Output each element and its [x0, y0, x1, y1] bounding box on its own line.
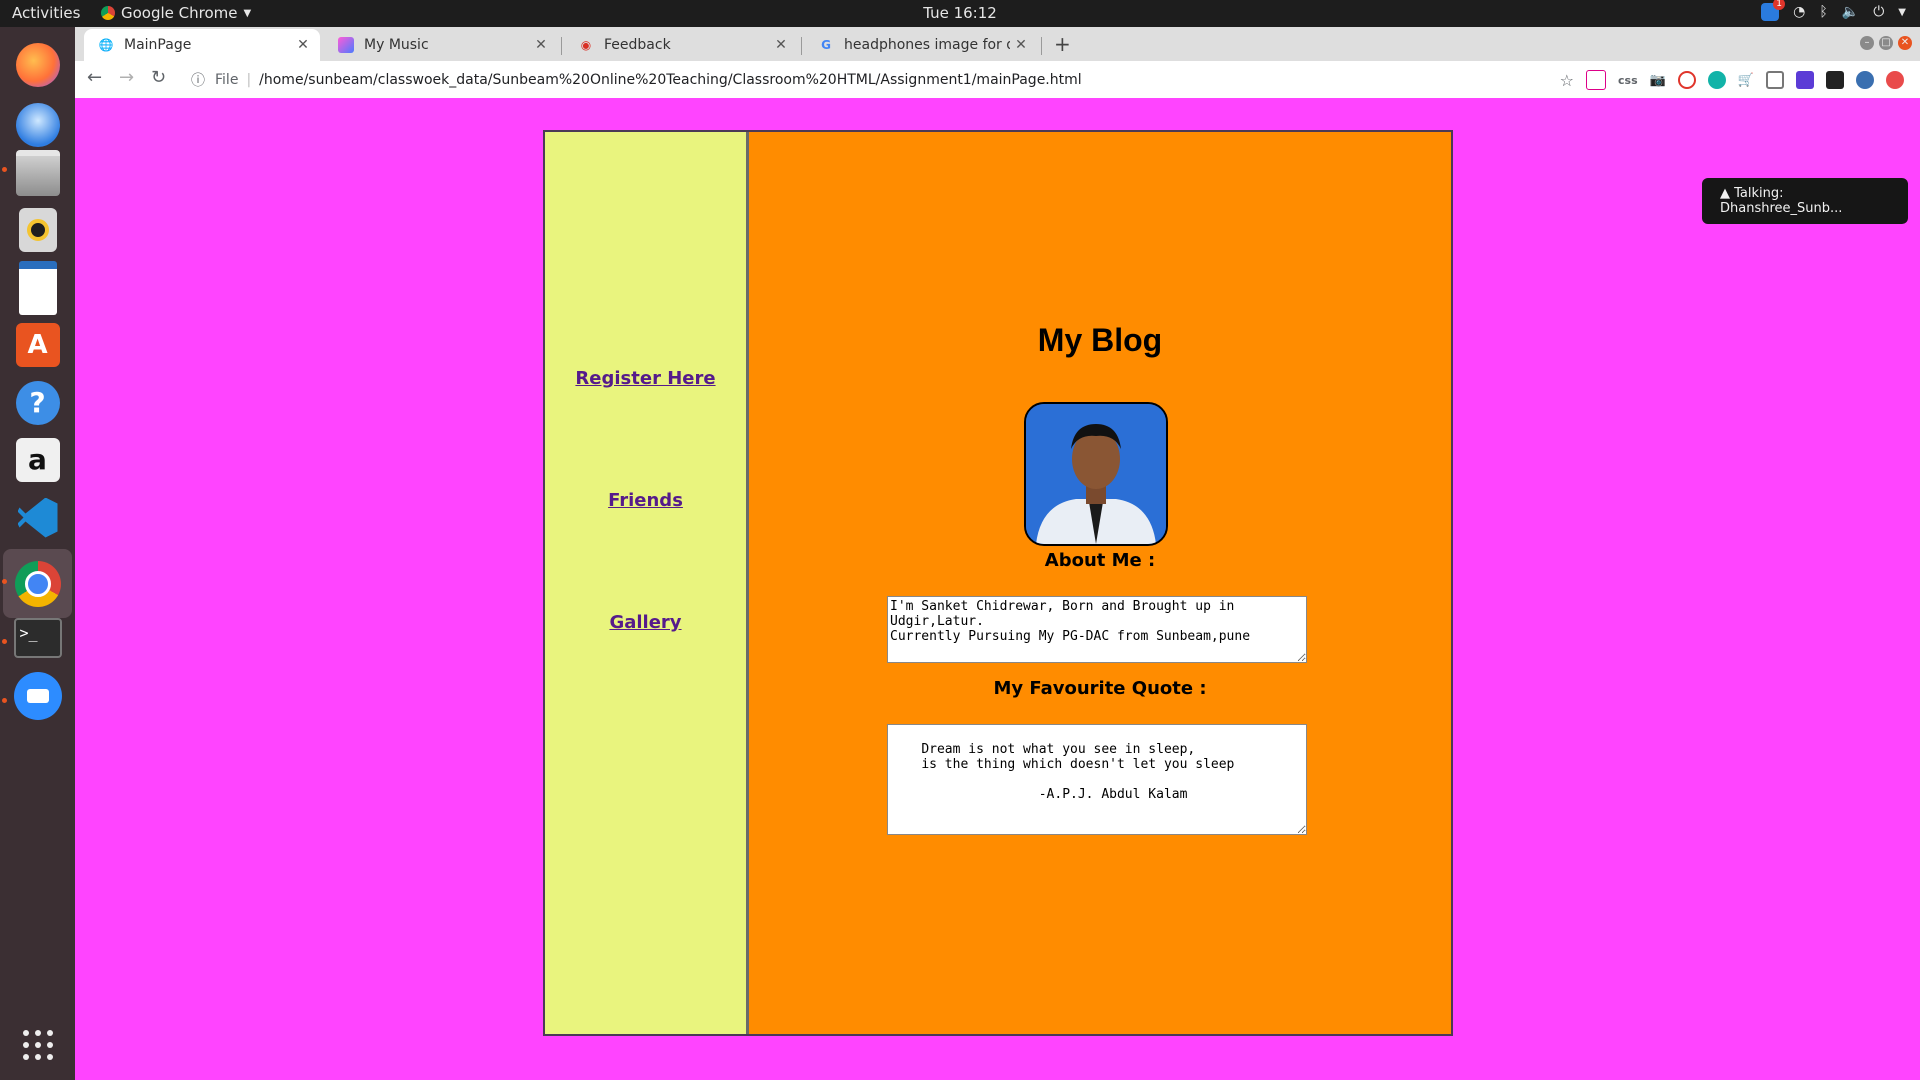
system-tray[interactable]: 1 ◔ ᛒ 🔈 ⏻ ▼: [1761, 0, 1906, 21]
forward-icon[interactable]: →: [119, 67, 134, 88]
cart-icon[interactable]: 🛒: [1738, 73, 1754, 88]
about-me-textarea[interactable]: I'm Sanket Chidrewar, Born and Brought u…: [887, 596, 1307, 663]
gallery-link[interactable]: Gallery: [545, 612, 746, 633]
page-viewport: Register Here Friends Gallery My Blog Ab…: [75, 98, 1920, 1080]
close-icon[interactable]: ✕: [1010, 37, 1032, 53]
tab-title: My Music: [364, 37, 429, 53]
google-icon: G: [821, 38, 831, 52]
tab-title: headphones image for de: [844, 37, 1010, 53]
bluetooth-icon: ᛒ: [1819, 4, 1828, 20]
system-top-bar: Activities Google Chrome ▼ Tue 16:12 1 ◔…: [0, 0, 1920, 27]
chevron-down-icon: ▼: [243, 7, 252, 19]
feedback-icon: ◉: [580, 38, 592, 52]
clock[interactable]: Tue 16:12: [0, 4, 1920, 22]
register-here-link[interactable]: Register Here: [545, 368, 746, 389]
tab-separator: [801, 37, 802, 55]
ext-page-icon[interactable]: [1586, 70, 1606, 90]
address-bar[interactable]: ⓘ File | /home/sunbeam/classwoek_data/Su…: [191, 67, 1601, 92]
running-indicator: [2, 698, 7, 703]
terminal-icon[interactable]: >_: [10, 610, 65, 665]
ext-grid-icon[interactable]: [1766, 71, 1784, 89]
talking-indicator[interactable]: ▲ Talking: Dhanshree_Sunb...: [1702, 178, 1908, 224]
tab-title: Feedback: [604, 37, 671, 53]
info-icon[interactable]: ⓘ: [191, 70, 205, 90]
profile-avatar[interactable]: [1856, 71, 1874, 89]
close-window-button[interactable]: ✕: [1898, 36, 1912, 50]
person-photo-icon: [1026, 404, 1166, 544]
back-icon[interactable]: ←: [87, 67, 102, 88]
tab-feedback[interactable]: ◉ Feedback ✕: [564, 29, 798, 61]
page-title: My Blog: [1037, 322, 1163, 358]
new-tab-button[interactable]: +: [1054, 32, 1071, 56]
close-icon[interactable]: ✕: [292, 37, 314, 53]
app-menu[interactable]: Google Chrome ▼: [101, 4, 251, 22]
ext-m-icon[interactable]: [1707, 71, 1726, 89]
bookmark-star-icon[interactable]: ☆: [1560, 71, 1574, 90]
left-nav-frame: Register Here Friends Gallery: [545, 132, 749, 1034]
maximize-button[interactable]: □: [1879, 36, 1893, 50]
url-text[interactable]: /home/sunbeam/classwoek_data/Sunbeam%20O…: [259, 72, 1082, 88]
extensions-area: ☆ css 📷 🛒: [1560, 70, 1904, 90]
music-app-icon: [338, 37, 354, 53]
content-frame: My Blog About Me : I'm Sanket Chidrewar,…: [749, 132, 1451, 1034]
frameset: Register Here Friends Gallery My Blog Ab…: [543, 130, 1453, 1036]
globe-icon: 🌐: [98, 38, 114, 52]
chrome-icon: [101, 6, 115, 20]
tab-headphones-search[interactable]: G headphones image for de ✕: [804, 29, 1038, 61]
dock: A ? a >_: [0, 27, 75, 1080]
update-icon[interactable]: [1886, 71, 1904, 89]
browser-toolbar: ← → ↻ ⓘ File | /home/sunbeam/classwoek_d…: [75, 61, 1920, 99]
scheme-label: File: [215, 71, 239, 88]
about-me-heading: About Me :: [1044, 550, 1156, 571]
address-divider: |: [246, 71, 252, 88]
camera-icon[interactable]: 📷: [1650, 73, 1666, 88]
tab-separator: [1041, 37, 1042, 55]
volume-icon: 🔈: [1841, 4, 1860, 20]
tab-my-music[interactable]: My Music ✕: [324, 29, 558, 61]
minimize-button[interactable]: –: [1860, 36, 1874, 50]
reload-icon[interactable]: ↻: [151, 67, 166, 88]
running-indicator: [2, 639, 7, 644]
vscode-icon[interactable]: [10, 490, 65, 545]
close-icon[interactable]: ✕: [770, 37, 792, 53]
power-icon: ⏻: [1873, 4, 1885, 20]
software-center-icon[interactable]: A: [10, 317, 65, 372]
ext-css-icon[interactable]: css: [1618, 74, 1638, 87]
tab-mainpage[interactable]: 🌐 MainPage ✕: [84, 29, 320, 61]
firefox-icon[interactable]: [10, 37, 65, 92]
wifi-icon: ◔: [1793, 4, 1806, 20]
tab-title: MainPage: [124, 37, 192, 53]
chrome-icon[interactable]: [3, 549, 72, 618]
notification-badge[interactable]: 1: [1761, 0, 1786, 21]
help-icon[interactable]: ?: [10, 375, 65, 430]
ext-puzzle-icon[interactable]: [1796, 71, 1814, 89]
zoom-icon[interactable]: [10, 668, 65, 723]
amazon-icon[interactable]: a: [10, 432, 65, 487]
close-icon[interactable]: ✕: [530, 37, 552, 53]
files-icon[interactable]: [10, 145, 65, 200]
ext-dark-icon[interactable]: [1826, 71, 1844, 89]
chevron-down-icon: ▼: [1898, 6, 1906, 18]
favourite-quote-textarea[interactable]: Dream is not what you see in sleep, is t…: [887, 724, 1307, 835]
running-indicator: [2, 167, 7, 172]
app-menu-label: Google Chrome: [121, 4, 238, 22]
profile-photo: [1024, 402, 1168, 546]
friends-link[interactable]: Friends: [545, 490, 746, 511]
thunderbird-icon[interactable]: [10, 97, 65, 152]
tab-strip: 🌐 MainPage ✕ My Music ✕ ◉ Feedback ✕ G h…: [75, 27, 1920, 61]
ext-red-circle-icon[interactable]: [1677, 71, 1696, 89]
libreoffice-writer-icon[interactable]: [10, 260, 65, 315]
tab-separator: [561, 37, 562, 55]
activities-button[interactable]: Activities: [12, 4, 80, 22]
favourite-quote-heading: My Favourite Quote :: [993, 678, 1207, 699]
running-indicator: [2, 579, 7, 584]
show-apps-icon[interactable]: [10, 1017, 65, 1072]
rhythmbox-icon[interactable]: [10, 202, 65, 257]
notification-count: 1: [1773, 0, 1786, 10]
